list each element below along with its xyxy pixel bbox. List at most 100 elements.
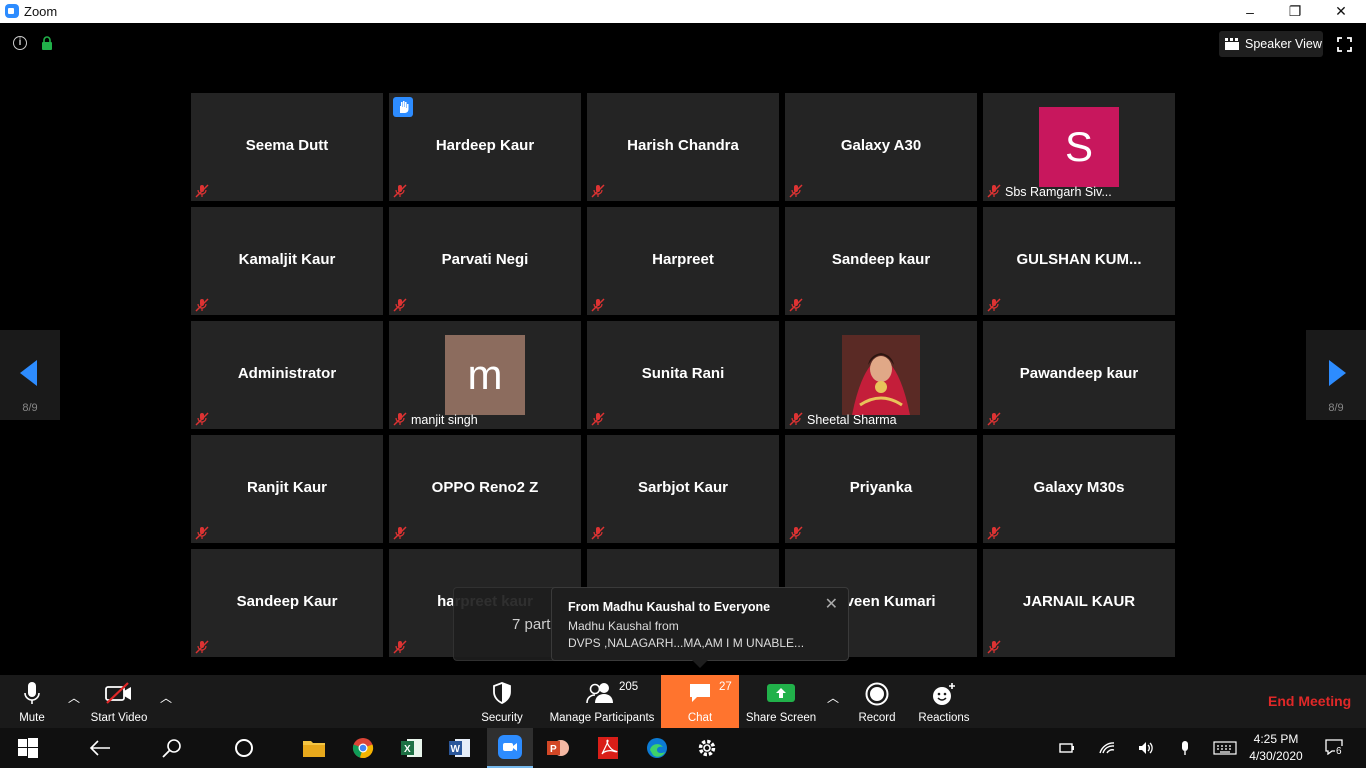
close-button[interactable]: ✕ [1318,0,1364,23]
muted-mic-icon [789,298,803,312]
participant-name: Hardeep Kaur [435,137,535,154]
svg-text:X: X [404,744,411,755]
participant-tile[interactable]: Sunita Rani [587,321,779,429]
participant-tile[interactable]: m manjit singh [389,321,581,429]
chat-notification-line2: DVPS ,NALAGARH...MA,AM I M UNABLE... [568,636,805,650]
muted-mic-icon [987,640,1001,654]
participant-tile[interactable]: Hardeep Kaur [389,93,581,201]
settings-icon[interactable] [684,728,730,768]
start-video-button[interactable]: Start Video [86,675,152,728]
next-page-button[interactable]: 8/9 [1306,330,1366,420]
previous-page-button[interactable]: 8/9 [0,330,60,420]
muted-mic-icon [987,412,1001,426]
mute-button[interactable]: Mute [10,675,54,728]
participant-tile[interactable]: Galaxy A30 [785,93,977,201]
participant-avatar: S [1039,107,1119,187]
participant-tile[interactable]: Sandeep kaur [785,207,977,315]
record-icon [865,682,889,706]
acrobat-icon[interactable] [585,728,631,768]
participant-tile[interactable]: Parvati Negi [389,207,581,315]
chrome-icon[interactable] [340,728,386,768]
participant-name: Galaxy M30s [1033,479,1125,496]
participant-name: manjit singh [411,413,478,427]
participant-tile[interactable]: Harpreet [587,207,779,315]
participant-tile[interactable]: Seema Dutt [191,93,383,201]
zoom-icon[interactable] [487,728,533,768]
muted-mic-icon [195,298,209,312]
participant-tile[interactable]: Administrator [191,321,383,429]
participant-tile[interactable]: Priyanka [785,435,977,543]
manage-participants-label: Manage Participants [549,712,655,724]
chat-notification[interactable]: From Madhu Kaushal to Everyone Madhu Kau… [551,587,849,668]
participant-gallery: Seema Dutt Hardeep Kaur Harish Chandra Gala… [191,93,1175,657]
reactions-button[interactable]: Reactions [914,675,974,728]
participant-tile[interactable]: OPPO Reno2 Z [389,435,581,543]
participant-tile[interactable]: Sheetal Sharma [785,321,977,429]
edge-icon[interactable] [634,728,680,768]
participant-name: Priyanka [849,479,913,496]
fullscreen-icon[interactable] [1337,37,1352,52]
excel-icon[interactable]: X [389,728,435,768]
windows-taskbar: X W P 4:25 PM 4/30/2020 6 [0,728,1366,768]
cortana-icon[interactable] [221,728,267,768]
participant-name: Sunita Rani [641,365,725,382]
muted-mic-icon [195,412,209,426]
svg-text:W: W [451,744,461,755]
muted-mic-icon [393,412,407,426]
chat-bubble-icon [690,684,710,702]
participant-name: JARNAIL KAUR [1022,593,1136,610]
left-arrow-icon [20,360,37,386]
participant-tile[interactable]: Sarbjot Kaur [587,435,779,543]
participant-tile[interactable]: Ranjit Kaur [191,435,383,543]
action-center-button[interactable]: 6 [1325,739,1345,759]
people-tray-icon[interactable] [1058,740,1074,756]
meeting-info-icon[interactable]: i [13,36,27,50]
speaker-view-button[interactable]: Speaker View [1219,31,1323,57]
share-screen-button[interactable]: Share Screen [744,675,818,728]
end-meeting-button[interactable]: End Meeting [1268,693,1351,709]
zoom-app-icon [5,4,19,18]
back-icon[interactable] [77,728,123,768]
participant-tile[interactable]: Galaxy M30s [983,435,1175,543]
muted-mic-icon [591,184,605,198]
minimize-button[interactable]: – [1227,0,1273,23]
maximize-button[interactable]: ❐ [1272,0,1318,23]
volume-icon[interactable] [1138,740,1154,756]
participant-name: Harish Chandra [627,137,739,154]
wifi-icon[interactable] [1099,740,1115,756]
participant-tile[interactable]: Pawandeep kaur [983,321,1175,429]
close-icon[interactable]: ✕ [825,594,838,614]
microphone-tray-icon[interactable] [1177,740,1193,756]
start-video-label: Start Video [90,712,148,724]
encryption-lock-icon[interactable] [41,36,53,50]
security-button[interactable]: Security [476,675,528,728]
record-button[interactable]: Record [852,675,902,728]
participants-tooltip-text: 7 part [512,616,551,633]
chat-notification-sender: From Madhu Kaushal to Everyone [568,600,771,614]
system-clock[interactable]: 4:25 PM 4/30/2020 [1246,731,1306,765]
search-icon[interactable] [149,728,195,768]
video-options-caret[interactable]: ︿ [159,689,173,705]
participant-tile[interactable]: JARNAIL KAUR [983,549,1175,657]
participants-count: 205 [619,681,639,693]
powerpoint-icon[interactable]: P [535,728,581,768]
participant-tile[interactable]: Harish Chandra [587,93,779,201]
manage-participants-button[interactable]: 205 Manage Participants [546,675,658,728]
share-options-caret[interactable]: ︿ [826,689,840,705]
start-icon[interactable] [5,728,51,768]
audio-options-caret[interactable]: ︿ [67,689,81,705]
participant-tile[interactable]: S Sbs Ramgarh Siv... [983,93,1175,201]
participant-tile[interactable]: Kamaljit Kaur [191,207,383,315]
clock-date: 4/30/2020 [1249,749,1303,763]
participant-photo [842,335,920,415]
keyboard-icon[interactable] [1213,740,1237,756]
muted-mic-icon [195,526,209,540]
svg-text:P: P [550,744,557,755]
speaker-view-label: Speaker View [1245,37,1322,51]
participant-tile[interactable]: GULSHAN KUM... [983,207,1175,315]
word-icon[interactable]: W [437,728,483,768]
window-title-bar: Zoom – ❐ ✕ [0,0,1366,23]
chat-button[interactable]: 27 Chat [661,675,739,728]
participant-tile[interactable]: Sandeep Kaur [191,549,383,657]
file-explorer-icon[interactable] [291,728,337,768]
